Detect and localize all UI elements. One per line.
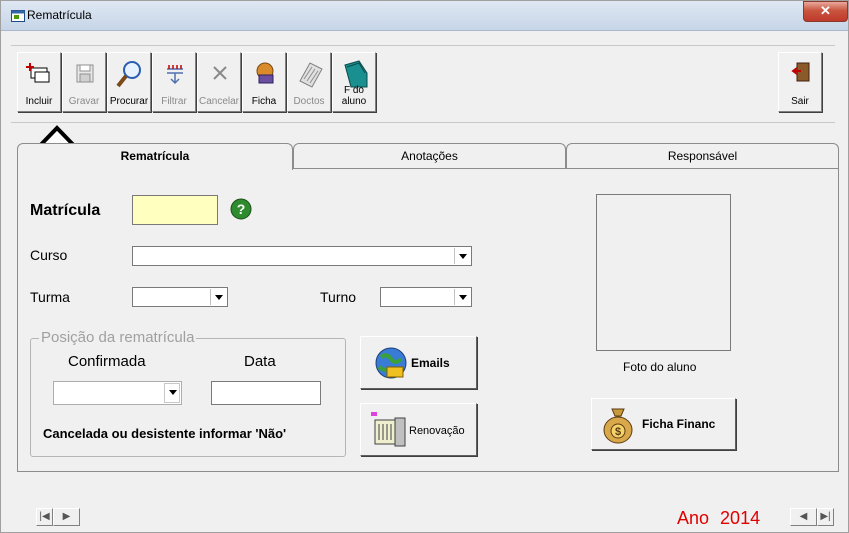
next-year-icon: ▶| (820, 511, 831, 522)
svg-text:?: ? (237, 201, 246, 217)
ficha-button[interactable]: Ficha (242, 52, 286, 112)
app-window-icon (11, 10, 25, 22)
exit-door-icon (791, 62, 810, 82)
incluir-label: Incluir (25, 96, 53, 107)
ficha-financ-label: Ficha Financ (642, 417, 716, 431)
tab-anotacoes-label: Anotações (401, 149, 458, 163)
ano-indicator: Ano 2014 (677, 508, 760, 529)
f-do-aluno-button[interactable]: F do aluno (332, 52, 376, 112)
chevron-down-icon[interactable] (164, 383, 180, 403)
gravar-button[interactable]: Gravar (62, 52, 106, 112)
renovacao-button[interactable]: Renovação (360, 403, 477, 456)
matricula-input[interactable] (132, 195, 218, 225)
filtrar-label: Filtrar (161, 96, 187, 107)
ano-label: Ano (677, 508, 710, 528)
tab-rematricula-label: Rematrícula (120, 149, 190, 163)
window-title: Rematrícula (27, 8, 92, 22)
chevron-down-icon[interactable] (454, 248, 470, 264)
curso-select[interactable] (132, 246, 472, 266)
confirmada-select[interactable] (53, 381, 182, 405)
turma-label: Turma (30, 289, 70, 305)
matricula-label: Matrícula (30, 202, 101, 219)
renovacao-label: Renovação (409, 425, 465, 437)
money-bag-icon: $ (603, 408, 633, 444)
documents-icon (299, 62, 323, 88)
toolbar: Incluir Gravar Procurar Filtrar Cancelar… (11, 45, 835, 123)
cancel-x-icon (213, 66, 227, 80)
magnifier-icon (116, 61, 141, 88)
close-icon: ✕ (820, 3, 831, 18)
next-record-button[interactable]: ▶ (53, 508, 80, 526)
prev-year-button[interactable]: ◀ (790, 508, 817, 526)
cancelar-button[interactable]: Cancelar (197, 52, 241, 112)
doctos-button[interactable]: Doctos (287, 52, 331, 112)
ficha-label: Ficha (251, 96, 277, 107)
procurar-label: Procurar (109, 96, 149, 107)
renewal-machine-icon (371, 412, 406, 447)
posicao-group-title: Posição da rematrícula (39, 329, 197, 346)
turno-select[interactable] (380, 287, 472, 307)
student-photo[interactable] (596, 194, 731, 351)
tab-responsavel[interactable]: Responsável (566, 143, 839, 169)
ano-value: 2014 (720, 508, 761, 528)
ficha-icon (256, 62, 274, 84)
cancelar-label: Cancelar (198, 96, 240, 107)
title-bar[interactable]: Rematrícula ✕ (1, 1, 848, 31)
save-disk-icon (76, 64, 94, 83)
ficha-financ-button[interactable]: $ Ficha Financ (591, 398, 736, 450)
first-record-button[interactable]: |◀ (36, 508, 53, 526)
curso-label: Curso (30, 247, 68, 263)
svg-text:$: $ (615, 426, 621, 438)
tab-strip: Rematrícula Anotações Responsável (17, 143, 839, 170)
gravar-label: Gravar (68, 96, 100, 107)
data-input[interactable] (211, 381, 321, 405)
doctos-label: Doctos (293, 96, 325, 107)
globe-mail-icon (375, 347, 407, 379)
close-button[interactable]: ✕ (803, 1, 848, 22)
emails-label: Emails (411, 356, 450, 370)
procurar-button[interactable]: Procurar (107, 52, 151, 112)
photo-caption: Foto do aluno (623, 360, 697, 374)
tab-responsavel-label: Responsável (667, 149, 738, 163)
first-record-icon: |◀ (39, 511, 50, 522)
sair-button[interactable]: Sair (778, 52, 822, 112)
next-year-button[interactable]: ▶| (817, 508, 834, 526)
help-question-icon[interactable]: ? (230, 198, 252, 220)
f-do-aluno-label: F do aluno (341, 85, 367, 107)
filtrar-button[interactable]: Filtrar (152, 52, 196, 112)
turno-label: Turno (320, 289, 357, 305)
confirmada-label: Confirmada (68, 353, 146, 370)
add-record-icon (26, 63, 50, 83)
chevron-down-icon[interactable] (210, 289, 226, 305)
cancel-note: Cancelada ou desistente informar 'Não' (43, 426, 287, 441)
prev-year-icon: ◀ (799, 511, 808, 522)
incluir-button[interactable]: Incluir (17, 52, 61, 112)
sair-label: Sair (791, 96, 809, 107)
tab-anotacoes[interactable]: Anotações (293, 143, 566, 169)
main-window: Rematrícula ✕ Incluir Gravar Procurar Fi… (0, 0, 849, 533)
emails-button[interactable]: Emails (360, 336, 477, 389)
chevron-down-icon[interactable] (454, 289, 470, 305)
filter-icon (167, 65, 183, 85)
tab-rematricula[interactable]: Rematrícula (17, 143, 293, 170)
turma-select[interactable] (132, 287, 228, 307)
next-record-icon: ▶ (62, 511, 71, 522)
data-label: Data (244, 353, 276, 370)
